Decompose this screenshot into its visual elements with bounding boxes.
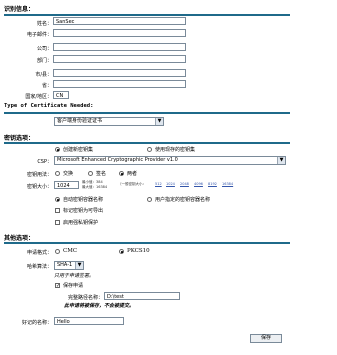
user-container-label: 用户指定的密钥容器名称 bbox=[155, 197, 211, 203]
identity-divider bbox=[4, 14, 290, 16]
province-label: 省： bbox=[41, 83, 52, 89]
key-size-max: 最大值：16384 bbox=[82, 185, 108, 189]
other-options-divider bbox=[4, 242, 290, 244]
usage-signature-label: 签名 bbox=[96, 171, 107, 177]
cert-type-divider bbox=[4, 112, 290, 114]
use-existing-keyset-label: 使用现存的密钥集 bbox=[155, 147, 196, 153]
friendly-name-input[interactable]: Hello bbox=[54, 317, 124, 325]
hash-algorithm-select[interactable]: SHA-1 ▼ bbox=[54, 261, 84, 270]
save-button[interactable]: 保存 bbox=[250, 334, 282, 343]
strong-protection-label: 启用强私钥保护 bbox=[63, 220, 99, 226]
department-input[interactable] bbox=[53, 55, 186, 63]
save-request-label: 保存申请 bbox=[63, 283, 84, 289]
format-cmc-radio[interactable] bbox=[55, 249, 60, 254]
country-input[interactable]: CN bbox=[53, 91, 69, 99]
create-new-keyset-radio[interactable] bbox=[55, 147, 60, 152]
full-path-input[interactable]: D:\test bbox=[104, 292, 180, 300]
email-label: 电子邮件： bbox=[26, 32, 52, 38]
cert-type-title: Type of Certificate Needed: bbox=[4, 103, 94, 109]
auto-container-label: 自动密钥容器名称 bbox=[63, 197, 104, 203]
exportable-checkbox[interactable] bbox=[55, 208, 60, 213]
key-options-title: 密钥选项： bbox=[4, 135, 35, 142]
key-size-link-16384[interactable]: 16384 bbox=[222, 182, 233, 186]
chevron-down-icon: ▼ bbox=[75, 262, 83, 269]
key-size-link-8192[interactable]: 8192 bbox=[208, 182, 217, 186]
name-input[interactable]: SanSec bbox=[53, 17, 186, 25]
friendly-name-label: 好记的名称： bbox=[21, 320, 52, 326]
company-input[interactable] bbox=[53, 43, 186, 51]
name-label: 姓名： bbox=[36, 21, 52, 27]
key-size-input[interactable]: 1024 bbox=[54, 181, 79, 189]
email-input[interactable] bbox=[53, 29, 186, 37]
format-pkcs10-radio[interactable] bbox=[119, 249, 124, 254]
key-size-link-2048[interactable]: 2048 bbox=[180, 182, 189, 186]
key-size-label: 密钥大小： bbox=[26, 184, 52, 190]
hash-note: 只用于申请签署。 bbox=[54, 273, 95, 279]
auto-container-radio[interactable] bbox=[55, 197, 60, 202]
save-warning: 此申请将被保存，不会被提交。 bbox=[64, 303, 135, 309]
department-label: 部门： bbox=[36, 58, 52, 64]
key-options-divider bbox=[4, 142, 290, 144]
key-usage-label: 密钥用法： bbox=[26, 172, 52, 178]
usage-exchange-radio[interactable] bbox=[55, 171, 60, 176]
use-existing-keyset-radio[interactable] bbox=[147, 147, 152, 152]
city-label: 市/县： bbox=[35, 72, 52, 78]
format-pkcs10-label: PKCS10 bbox=[127, 248, 150, 254]
chevron-down-icon: ▼ bbox=[155, 118, 163, 125]
key-size-common-label: （一般密钥大小： bbox=[118, 182, 146, 186]
strong-protection-checkbox[interactable] bbox=[55, 220, 60, 225]
full-path-label: 完整路径名称： bbox=[67, 295, 103, 301]
hash-algorithm-label: 哈希算法： bbox=[26, 264, 52, 270]
hash-algorithm-selected: SHA-1 bbox=[57, 262, 73, 268]
exportable-label: 标记密钥为可导出 bbox=[63, 208, 104, 214]
csp-selected: Microsoft Enhanced Cryptographic Provide… bbox=[57, 157, 178, 163]
key-size-link-512[interactable]: 512 bbox=[155, 182, 162, 186]
csp-label: CSP： bbox=[37, 159, 52, 165]
key-size-link-1024[interactable]: 1024 bbox=[166, 182, 175, 186]
usage-both-radio[interactable] bbox=[119, 171, 124, 176]
request-format-label: 申请格式： bbox=[26, 250, 52, 256]
cert-type-select[interactable]: 客户端身份验证证书 ▼ bbox=[54, 117, 164, 126]
usage-both-label: 两者 bbox=[127, 171, 138, 177]
save-request-checkbox[interactable]: ✓ bbox=[55, 283, 60, 289]
usage-exchange-label: 交换 bbox=[63, 171, 74, 177]
csp-select[interactable]: Microsoft Enhanced Cryptographic Provide… bbox=[54, 156, 286, 165]
user-container-radio[interactable] bbox=[147, 197, 152, 202]
create-new-keyset-label: 创建新密钥集 bbox=[63, 147, 94, 153]
chevron-down-icon: ▼ bbox=[277, 157, 285, 164]
city-input[interactable] bbox=[53, 69, 186, 77]
province-input[interactable] bbox=[53, 80, 186, 88]
key-size-link-4096[interactable]: 4096 bbox=[194, 182, 203, 186]
usage-signature-radio[interactable] bbox=[88, 171, 93, 176]
other-options-title: 其他选项： bbox=[4, 235, 35, 242]
cert-type-selected: 客户端身份验证证书 bbox=[57, 118, 103, 124]
company-label: 公司： bbox=[36, 46, 52, 52]
identity-section-title: 识别信息： bbox=[4, 6, 35, 13]
country-label: 国家/地区： bbox=[25, 94, 52, 100]
format-cmc-label: CMC bbox=[63, 248, 78, 254]
